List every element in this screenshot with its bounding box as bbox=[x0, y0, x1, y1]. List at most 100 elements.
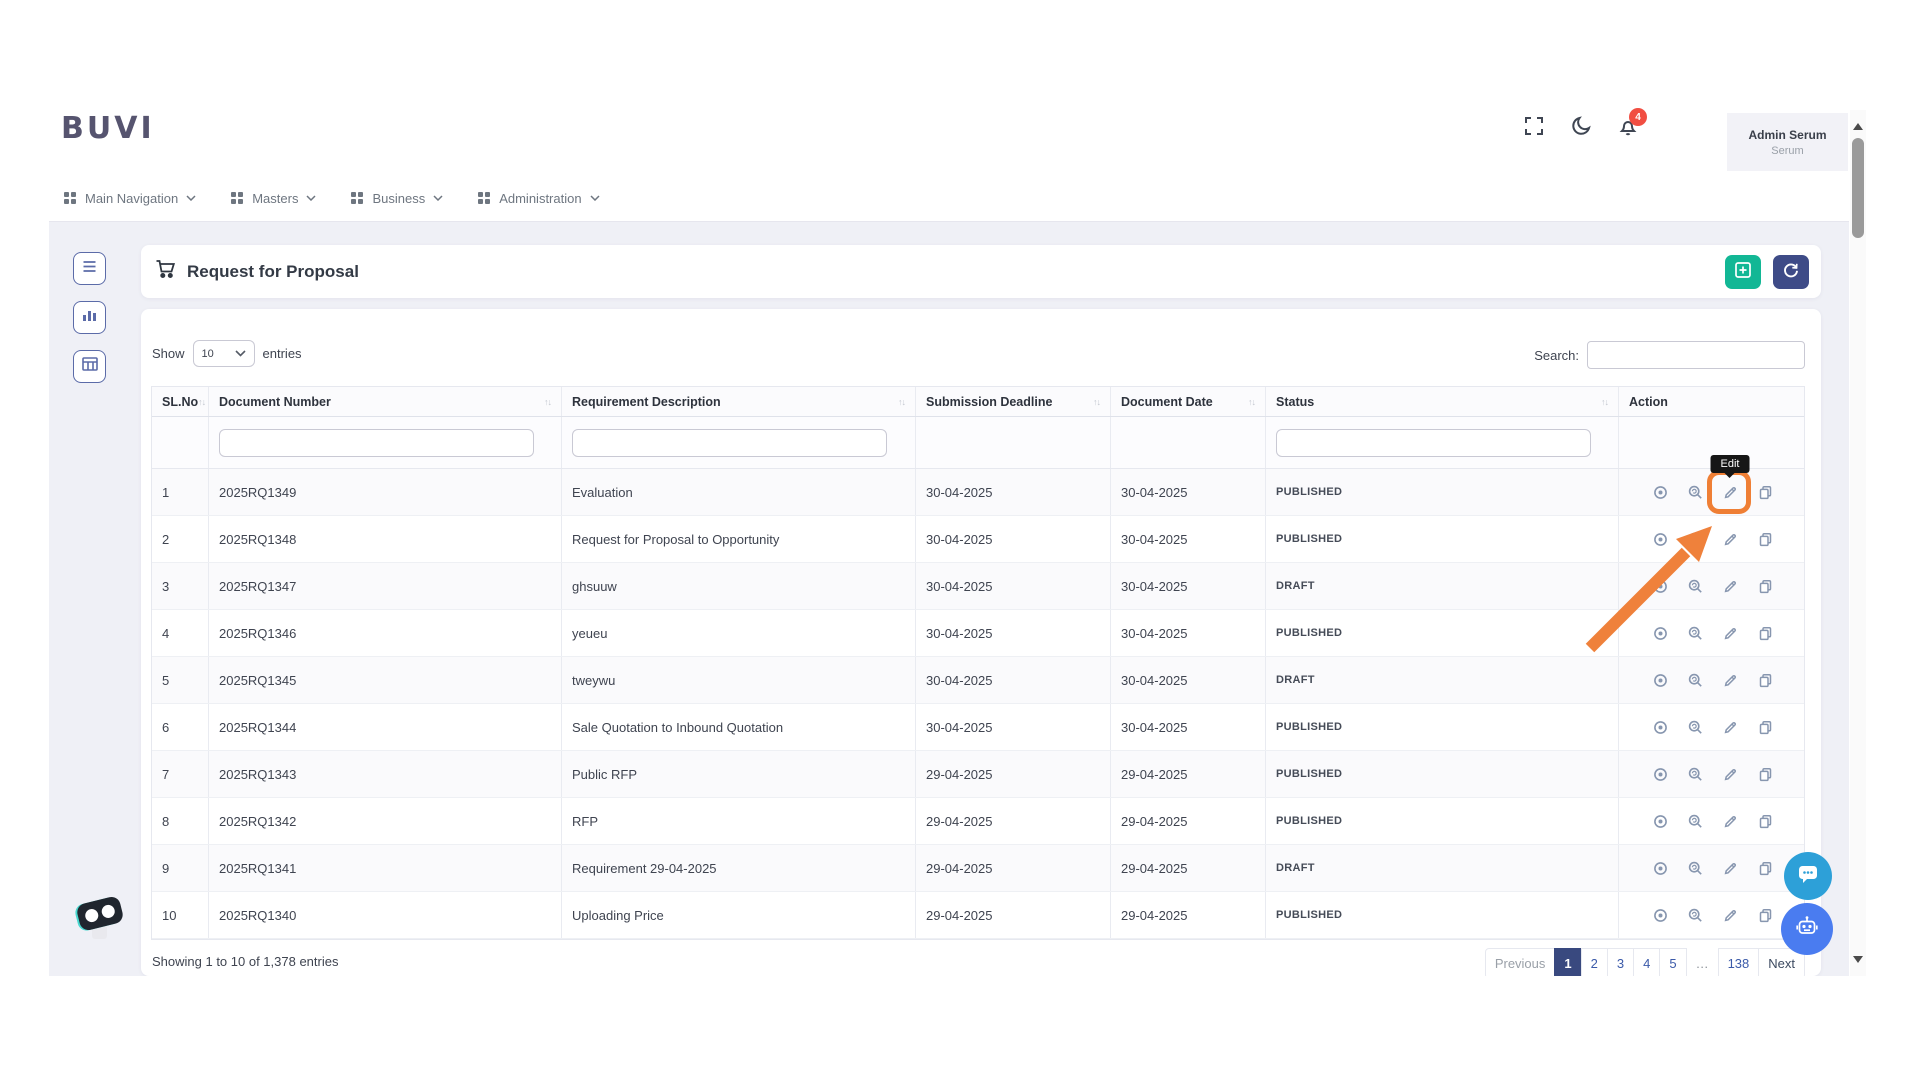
pagination-page-4[interactable]: 4 bbox=[1633, 948, 1660, 979]
edit-icon[interactable]: Edit bbox=[1717, 479, 1743, 505]
cell-submission-deadline: 30-04-2025 bbox=[916, 563, 1111, 609]
pagination-page-1[interactable]: 1 bbox=[1554, 948, 1581, 979]
view-icon[interactable] bbox=[1647, 573, 1673, 599]
view-icon[interactable] bbox=[1647, 714, 1673, 740]
notification-badge: 4 bbox=[1629, 108, 1647, 126]
cell-status: PUBLISHED bbox=[1266, 469, 1619, 515]
nav-item-administration[interactable]: Administration bbox=[477, 191, 599, 206]
zoom-icon[interactable] bbox=[1682, 902, 1708, 928]
sidebar-menu-button[interactable] bbox=[73, 252, 106, 285]
document-number-filter-input[interactable] bbox=[219, 429, 534, 457]
cell-status: DRAFT bbox=[1266, 563, 1619, 609]
nav-item-masters[interactable]: Masters bbox=[230, 191, 316, 206]
edit-icon[interactable] bbox=[1717, 714, 1743, 740]
user-menu[interactable]: Admin Serum Serum bbox=[1727, 113, 1848, 171]
zoom-icon[interactable] bbox=[1682, 761, 1708, 787]
page-scrollbar[interactable] bbox=[1850, 110, 1866, 976]
nav-item-business[interactable]: Business bbox=[350, 191, 443, 206]
edit-icon[interactable] bbox=[1717, 573, 1743, 599]
page-size-select[interactable]: 10 bbox=[193, 340, 255, 367]
brand-logo: BUVI bbox=[61, 111, 155, 146]
pagination-page-5[interactable]: 5 bbox=[1659, 948, 1686, 979]
pagination-previous-button[interactable]: Previous bbox=[1485, 948, 1556, 979]
copy-icon[interactable] bbox=[1752, 855, 1778, 881]
edit-icon[interactable] bbox=[1717, 526, 1743, 552]
edit-icon[interactable] bbox=[1717, 620, 1743, 646]
cell-document-number: 2025RQ1344 bbox=[209, 704, 562, 750]
cell-action bbox=[1619, 704, 1806, 750]
copy-icon[interactable] bbox=[1752, 714, 1778, 740]
window-margin bbox=[0, 0, 1920, 85]
pagination-page-2[interactable]: 2 bbox=[1581, 948, 1608, 979]
column-header-document-date[interactable]: Document Date↑↓ bbox=[1111, 387, 1266, 416]
add-button[interactable] bbox=[1725, 255, 1761, 289]
zoom-icon[interactable] bbox=[1682, 479, 1708, 505]
view-icon[interactable] bbox=[1647, 667, 1673, 693]
column-header-status[interactable]: Status↑↓ bbox=[1266, 387, 1619, 416]
edit-icon[interactable] bbox=[1717, 855, 1743, 881]
chat-floating-button[interactable] bbox=[1784, 852, 1832, 900]
zoom-icon[interactable] bbox=[1682, 714, 1708, 740]
sidebar-chart-button[interactable] bbox=[73, 301, 106, 334]
sort-icon: ↑↓ bbox=[898, 397, 905, 407]
pagination-pages: 12345…138 bbox=[1555, 948, 1759, 979]
column-header-document-number[interactable]: Document Number↑↓ bbox=[209, 387, 562, 416]
column-header-requirement-description[interactable]: Requirement Description↑↓ bbox=[562, 387, 916, 416]
chevron-down-icon bbox=[186, 195, 196, 201]
view-icon[interactable] bbox=[1647, 855, 1673, 881]
pagination-page-138[interactable]: 138 bbox=[1718, 948, 1760, 979]
scroll-up-arrow-icon[interactable] bbox=[1853, 118, 1863, 130]
view-icon[interactable] bbox=[1647, 902, 1673, 928]
robot-assistant-floating-button[interactable] bbox=[1781, 903, 1833, 955]
app-header: BUVI 4 Admin Serum Serum bbox=[49, 85, 1849, 175]
copy-icon[interactable] bbox=[1752, 479, 1778, 505]
zoom-icon[interactable] bbox=[1682, 620, 1708, 646]
cell-slno: 4 bbox=[152, 610, 209, 656]
cell-action: Edit bbox=[1619, 469, 1806, 515]
column-header-slno[interactable]: SL.No↑↓ bbox=[152, 387, 209, 416]
cell-slno: 5 bbox=[152, 657, 209, 703]
pagination-page-3[interactable]: 3 bbox=[1607, 948, 1634, 979]
zoom-icon[interactable] bbox=[1682, 667, 1708, 693]
copy-icon[interactable] bbox=[1752, 620, 1778, 646]
refresh-button[interactable] bbox=[1773, 255, 1809, 289]
zoom-icon[interactable] bbox=[1682, 808, 1708, 834]
fullscreen-icon[interactable] bbox=[1523, 115, 1545, 137]
zoom-icon[interactable] bbox=[1682, 855, 1708, 881]
search-input[interactable] bbox=[1587, 341, 1805, 369]
table-row: 9 2025RQ1341 Requirement 29-04-2025 29-0… bbox=[152, 845, 1804, 892]
scrollbar-thumb[interactable] bbox=[1852, 138, 1864, 238]
column-header-submission-deadline[interactable]: Submission Deadline↑↓ bbox=[916, 387, 1111, 416]
edit-icon[interactable] bbox=[1717, 808, 1743, 834]
copy-icon[interactable] bbox=[1752, 761, 1778, 787]
requirement-description-filter-input[interactable] bbox=[572, 429, 887, 457]
sidebar-table-button[interactable] bbox=[73, 350, 106, 383]
scroll-down-arrow-icon[interactable] bbox=[1853, 956, 1863, 968]
nav-item-main-navigation[interactable]: Main Navigation bbox=[63, 191, 196, 206]
view-icon[interactable] bbox=[1647, 620, 1673, 646]
status-filter-input[interactable] bbox=[1276, 429, 1591, 457]
edit-icon[interactable] bbox=[1717, 667, 1743, 693]
chevron-down-icon bbox=[433, 195, 443, 201]
zoom-icon[interactable] bbox=[1682, 573, 1708, 599]
copy-icon[interactable] bbox=[1752, 573, 1778, 599]
view-icon[interactable] bbox=[1647, 479, 1673, 505]
bar-chart-icon bbox=[82, 308, 97, 327]
edit-icon[interactable] bbox=[1717, 761, 1743, 787]
copy-icon[interactable] bbox=[1752, 808, 1778, 834]
edit-tooltip: Edit bbox=[1711, 455, 1750, 473]
view-icon[interactable] bbox=[1647, 808, 1673, 834]
notifications-bell-icon[interactable]: 4 bbox=[1617, 115, 1639, 137]
copy-icon[interactable] bbox=[1752, 667, 1778, 693]
page-title: Request for Proposal bbox=[187, 262, 359, 282]
cell-requirement-description: RFP bbox=[562, 798, 916, 844]
grid-icon bbox=[350, 191, 364, 205]
view-icon[interactable] bbox=[1647, 526, 1673, 552]
cell-document-date: 30-04-2025 bbox=[1111, 516, 1266, 562]
dark-mode-moon-icon[interactable] bbox=[1570, 115, 1592, 137]
zoom-icon[interactable] bbox=[1682, 526, 1708, 552]
view-icon[interactable] bbox=[1647, 761, 1673, 787]
edit-icon[interactable] bbox=[1717, 902, 1743, 928]
copy-icon[interactable] bbox=[1752, 902, 1778, 928]
copy-icon[interactable] bbox=[1752, 526, 1778, 552]
